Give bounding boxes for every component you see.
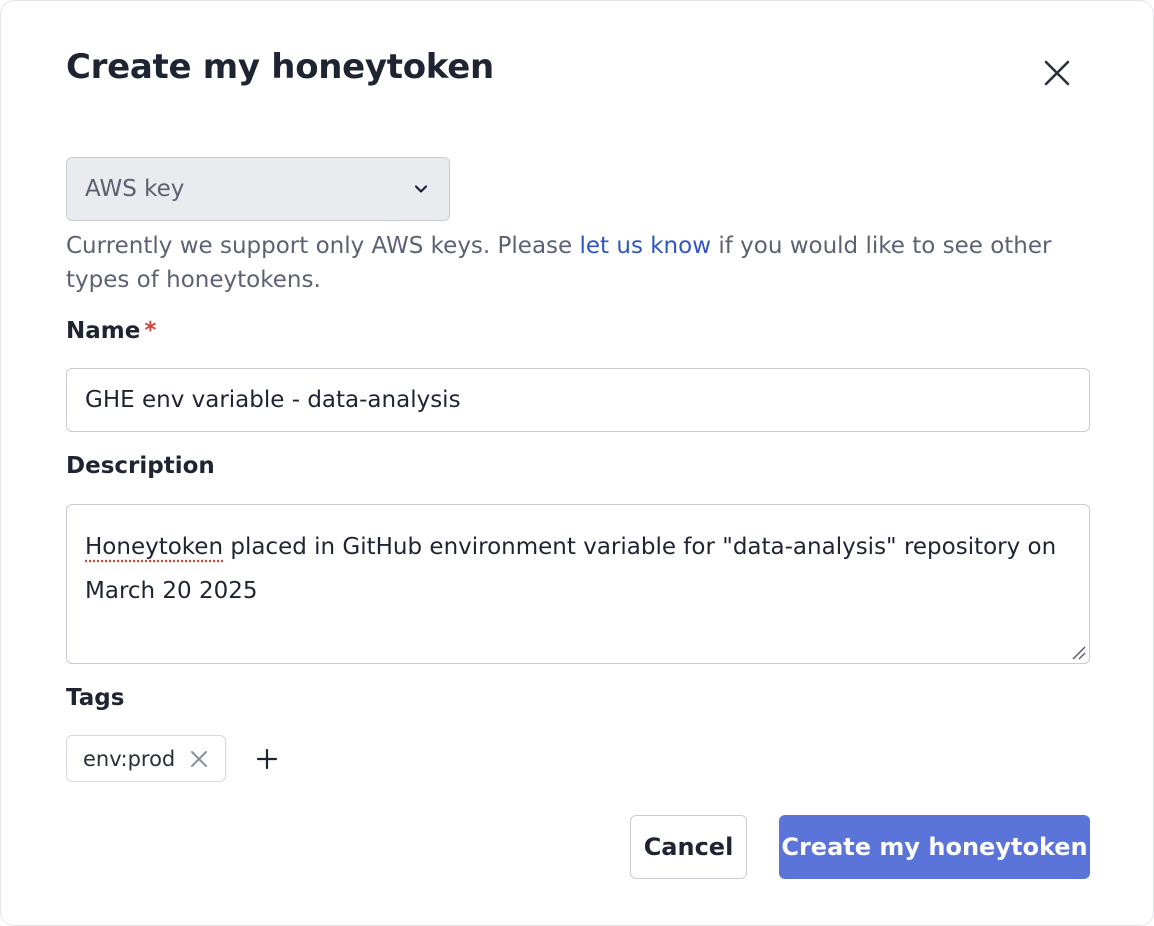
dialog-title: Create my honeytoken: [66, 47, 494, 87]
let-us-know-link[interactable]: let us know: [580, 233, 712, 259]
tag-chip: env:prod: [66, 735, 227, 782]
close-icon[interactable]: [189, 749, 209, 769]
resize-handle-icon[interactable]: [1070, 644, 1086, 660]
token-type-select[interactable]: AWS key: [66, 157, 450, 221]
create-honeytoken-button[interactable]: Create my honeytoken: [779, 815, 1090, 879]
help-text: Currently we support only AWS keys. Plea…: [66, 229, 1096, 297]
description-label: Description: [66, 453, 215, 479]
description-textarea[interactable]: Honeytoken placed in GitHub environment …: [66, 504, 1090, 664]
token-type-value: AWS key: [85, 176, 185, 202]
description-text: placed in GitHub environment variable fo…: [85, 534, 1057, 604]
plus-icon[interactable]: [253, 745, 281, 773]
name-label: Name *: [66, 318, 156, 344]
chevron-down-icon: [414, 185, 428, 193]
help-text-prefix: Currently we support only AWS keys. Plea…: [66, 233, 580, 259]
tags-label: Tags: [66, 685, 125, 711]
cancel-button[interactable]: Cancel: [630, 815, 747, 879]
close-button[interactable]: [1037, 53, 1077, 93]
name-label-text: Name: [66, 318, 141, 344]
description-misspelled-word: Honeytoken: [85, 534, 224, 560]
close-icon: [1044, 60, 1070, 86]
name-input[interactable]: GHE env variable - data-analysis: [66, 368, 1090, 432]
required-marker: *: [144, 318, 157, 344]
tag-label: env:prod: [83, 746, 176, 771]
create-honeytoken-dialog: Create my honeytoken AWS key Currently w…: [0, 0, 1154, 926]
name-input-value: GHE env variable - data-analysis: [85, 387, 461, 413]
